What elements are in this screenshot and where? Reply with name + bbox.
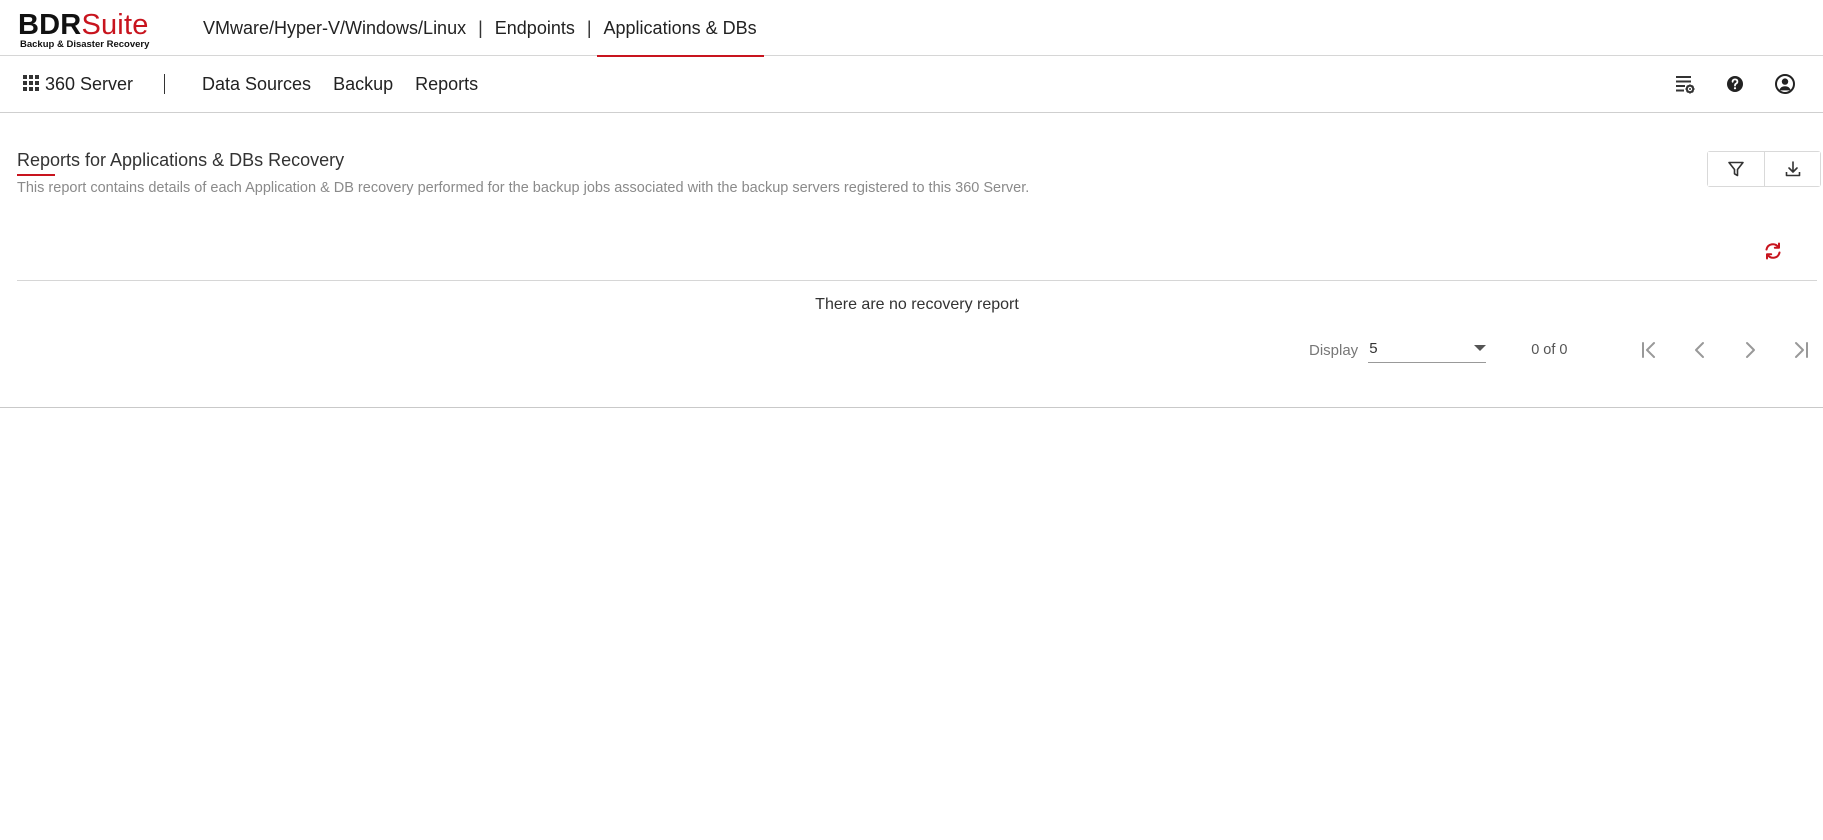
bdrsuite-logo[interactable]: BDRSuite Backup & Disaster Recovery <box>18 10 149 50</box>
last-page-button[interactable] <box>1787 337 1813 363</box>
pagination: Display 5 0 of 0 <box>1309 335 1813 365</box>
record-count: 0 of 0 <box>1531 342 1568 358</box>
logo-tagline: Backup & Disaster Recovery <box>20 39 150 50</box>
page-title: Reports for Applications & DBs Recovery <box>17 150 345 170</box>
page-size-value: 5 <box>1369 340 1378 357</box>
logo-brand: BDRSuite <box>18 10 149 40</box>
previous-page-button[interactable] <box>1687 337 1713 363</box>
settings-list-icon[interactable] <box>1673 72 1697 96</box>
user-account-icon[interactable] <box>1773 72 1797 96</box>
product-nav-separator: | <box>586 17 592 38</box>
report-panel-bottom-border <box>0 407 1823 408</box>
secondary-nav-bar: 360 Server Data Sources Backup Reports <box>0 56 1823 113</box>
nav-backup[interactable]: Backup <box>333 74 393 95</box>
nav-data-sources[interactable]: Data Sources <box>202 74 311 95</box>
last-page-icon <box>1795 342 1809 358</box>
empty-state-message: There are no recovery report <box>815 296 1019 313</box>
apps-grid-icon <box>23 75 41 93</box>
refresh-icon <box>1765 242 1781 260</box>
product-nav-separator: | <box>478 17 483 38</box>
product-tab-endpoints[interactable]: Endpoints <box>488 0 582 56</box>
subnav-divider <box>164 74 165 94</box>
filter-icon <box>1728 161 1744 177</box>
product-tab-label: Endpoints <box>494 17 575 38</box>
title-underline <box>17 174 55 176</box>
page-size-select[interactable]: 5 <box>1368 337 1487 363</box>
first-page-icon <box>1642 342 1656 358</box>
filter-button[interactable] <box>1708 152 1764 186</box>
server-label: 360 Server <box>45 73 134 94</box>
top-bar: BDRSuite Backup & Disaster Recovery VMwa… <box>0 0 1823 57</box>
page-description: This report contains details of each App… <box>17 180 1030 196</box>
header-actions <box>1673 56 1797 112</box>
download-icon <box>1785 161 1800 177</box>
section-nav: Data Sources Backup Reports <box>202 56 500 112</box>
product-tab-vmware[interactable]: VMware/Hyper-V/Windows/Linux <box>203 0 473 56</box>
help-icon[interactable] <box>1723 72 1747 96</box>
report-actions <box>1707 151 1821 187</box>
server-menu[interactable]: 360 Server <box>23 56 133 112</box>
next-page-button[interactable] <box>1737 337 1763 363</box>
refresh-button[interactable] <box>1762 240 1784 262</box>
logo-brand-accent: Suite <box>81 9 149 41</box>
download-button[interactable] <box>1764 152 1820 186</box>
product-nav: VMware/Hyper-V/Windows/Linux | Endpoints… <box>203 0 764 57</box>
chevron-left-icon <box>1695 342 1705 358</box>
product-tab-label: VMware/Hyper-V/Windows/Linux <box>203 17 467 38</box>
display-label: Display <box>1309 341 1359 359</box>
table-header-divider <box>17 280 1817 281</box>
nav-reports[interactable]: Reports <box>415 74 478 95</box>
product-tab-applications-dbs[interactable]: Applications & DBs <box>596 0 764 57</box>
product-tab-label: Applications & DBs <box>603 17 757 38</box>
first-page-button[interactable] <box>1637 337 1663 363</box>
dropdown-caret-icon <box>1474 345 1487 351</box>
chevron-right-icon <box>1746 342 1756 358</box>
logo-brand-main: BDR <box>18 9 82 41</box>
